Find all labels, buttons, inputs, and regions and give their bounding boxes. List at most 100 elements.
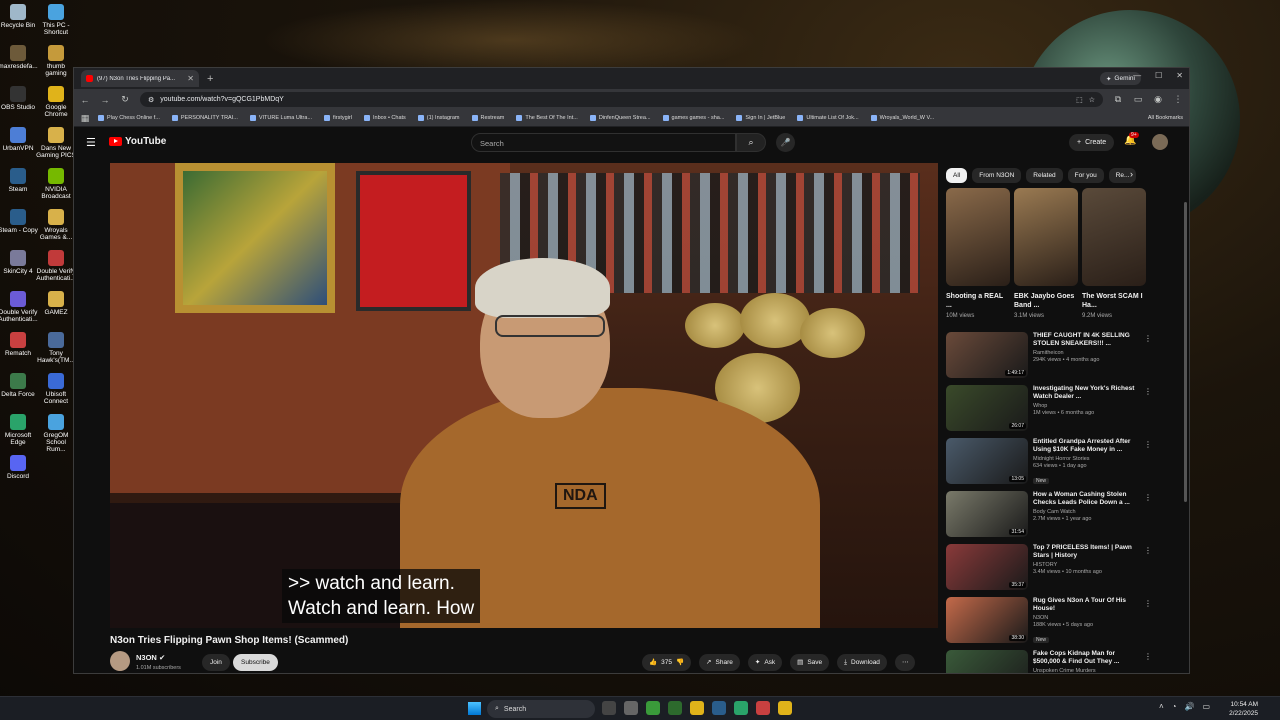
desktop-icon[interactable]: Wroyals Games &... bbox=[36, 209, 76, 241]
desktop-icon[interactable]: Google Chrome bbox=[36, 86, 76, 118]
back-icon[interactable]: ← bbox=[80, 95, 90, 105]
more-options-icon[interactable]: ⋮ bbox=[1144, 334, 1152, 343]
maximize-icon[interactable]: ☐ bbox=[1155, 71, 1162, 80]
close-window-icon[interactable]: ✕ bbox=[1176, 71, 1183, 80]
desktop-icon[interactable]: thumb gaming bbox=[36, 45, 76, 77]
install-icon[interactable]: ⬚ bbox=[1076, 96, 1083, 104]
share-button[interactable]: ↗ Share bbox=[699, 654, 740, 671]
steam-icon[interactable] bbox=[712, 701, 726, 715]
more-options-icon[interactable]: ⋮ bbox=[1144, 387, 1152, 396]
play-icon[interactable] bbox=[646, 701, 660, 715]
chrome-icon[interactable] bbox=[756, 701, 770, 715]
desktop-icon[interactable]: Delta Force bbox=[0, 373, 38, 398]
short-thumbnail[interactable] bbox=[1014, 188, 1078, 286]
notifications-bell-icon[interactable]: 🔔 9+ bbox=[1124, 132, 1139, 146]
bookmark-item[interactable]: Inbox • Chats bbox=[360, 115, 410, 121]
ask-button[interactable]: ✦ Ask bbox=[747, 654, 783, 671]
more-options-icon[interactable]: ⋮ bbox=[1144, 652, 1152, 661]
forward-icon[interactable]: → bbox=[100, 95, 110, 105]
join-button[interactable]: Join bbox=[202, 654, 230, 671]
bookmark-item[interactable]: firstygirl bbox=[320, 115, 356, 121]
video-list-item[interactable]: 31:54 How a Woman Cashing Stolen Checks L… bbox=[946, 491, 1156, 544]
cast-icon[interactable]: ▭ bbox=[1133, 94, 1143, 105]
bookmark-star-icon[interactable]: ☆ bbox=[1089, 96, 1095, 104]
browser-tab[interactable]: (97) N3on Tries Flipping Pa... ✕ bbox=[81, 70, 199, 87]
bookmark-item[interactable]: Wroyals_World_W V... bbox=[867, 115, 939, 121]
thumbs-down-icon[interactable]: 👎 bbox=[676, 654, 684, 671]
desktop-icon[interactable]: GregOM School Rum... bbox=[36, 414, 76, 453]
desktop-icon[interactable]: Steam bbox=[0, 168, 38, 193]
video-thumbnail[interactable]: 26:07 bbox=[946, 385, 1028, 431]
video-list-item[interactable]: 26:07 Investigating New York's Richest Wa… bbox=[946, 385, 1156, 438]
desktop-icon[interactable]: OBS Studio bbox=[0, 86, 38, 111]
more-options-icon[interactable]: ⋮ bbox=[1144, 546, 1152, 555]
profile-icon[interactable]: ◉ bbox=[1153, 94, 1163, 105]
taskbar-search[interactable]: ⌕ Search bbox=[487, 700, 595, 718]
channel-name[interactable]: N3ON ✔ bbox=[136, 653, 165, 662]
desktop-icon[interactable]: This PC - Shortcut bbox=[36, 4, 76, 36]
desktop-icon[interactable]: Microsoft Edge bbox=[0, 414, 38, 446]
desktop-icon[interactable]: NVIDIA Broadcast bbox=[36, 168, 76, 200]
filter-chip[interactable]: All bbox=[946, 168, 968, 183]
video-thumbnail[interactable]: 13:05 bbox=[946, 438, 1028, 484]
bookmark-item[interactable]: PERSONALITY TRAI... bbox=[168, 115, 242, 121]
channel-avatar[interactable] bbox=[110, 651, 130, 671]
menu-icon[interactable]: ⋮ bbox=[1173, 94, 1183, 105]
bookmark-item[interactable]: Sign In | JetBlue bbox=[732, 115, 789, 121]
chevron-up-icon[interactable]: ˄ bbox=[1159, 702, 1164, 711]
create-button[interactable]: + Create bbox=[1069, 134, 1115, 151]
save-button[interactable]: ▤ Save bbox=[790, 654, 830, 671]
bookmark-item[interactable]: games games - sha... bbox=[659, 115, 729, 121]
settings-icon[interactable] bbox=[624, 701, 638, 715]
video-thumbnail[interactable]: 35:37 bbox=[946, 544, 1028, 590]
short-item[interactable]: The Worst SCAM I Ha... 9.2M views bbox=[1082, 188, 1146, 319]
desktop-icon[interactable]: Rematch bbox=[0, 332, 38, 357]
video-list-item[interactable]: 38:30 Rug Gives N3on A Tour Of His House!… bbox=[946, 597, 1156, 650]
account-avatar[interactable] bbox=[1152, 134, 1168, 150]
more-actions-button[interactable]: ⋯ bbox=[894, 654, 916, 671]
video-thumbnail[interactable] bbox=[946, 650, 1028, 673]
desktop-icon[interactable]: Discord bbox=[0, 455, 38, 480]
subscribe-button[interactable]: Subscribe bbox=[233, 654, 278, 671]
desktop-icon[interactable]: Double Verify Authenticati... bbox=[0, 291, 38, 323]
battery-icon[interactable]: ▭ bbox=[1202, 702, 1210, 711]
menu-hamburger-icon[interactable]: ☰ bbox=[86, 136, 96, 149]
wifi-icon[interactable]: ◔ bbox=[1172, 702, 1177, 711]
more-options-icon[interactable]: ⋮ bbox=[1144, 440, 1152, 449]
short-thumbnail[interactable] bbox=[946, 188, 1010, 286]
desktop-icon[interactable]: SkinCity 4 bbox=[0, 250, 38, 275]
filter-chip[interactable]: Related bbox=[1026, 168, 1063, 183]
file-explorer-icon[interactable] bbox=[690, 701, 704, 715]
video-list-item[interactable]: Fake Cops Kidnap Man for $500,000 & Find… bbox=[946, 650, 1156, 673]
all-bookmarks[interactable]: All Bookmarks bbox=[1145, 115, 1183, 121]
site-info-icon[interactable]: ⚙ bbox=[148, 96, 154, 104]
short-item[interactable]: Shooting a REAL ... 10M views bbox=[946, 188, 1010, 319]
windows-start-icon[interactable] bbox=[468, 702, 481, 715]
volume-icon[interactable]: 🔊 bbox=[1184, 702, 1194, 711]
extensions-icon[interactable]: ⧉ bbox=[1113, 94, 1123, 105]
more-options-icon[interactable]: ⋮ bbox=[1144, 599, 1152, 608]
video-thumbnail[interactable]: 31:54 bbox=[946, 491, 1028, 537]
desktop-icon[interactable]: maxresdefa... bbox=[0, 45, 38, 70]
bookmark-item[interactable]: The Best Of The Int... bbox=[512, 115, 581, 121]
chrome-icon[interactable] bbox=[778, 701, 792, 715]
mic-icon[interactable]: 🎤 bbox=[776, 133, 795, 152]
page-scrollbar[interactable] bbox=[1184, 202, 1187, 502]
desktop-icon[interactable]: Tony Hawk's(TM... bbox=[36, 332, 76, 364]
desktop-icon[interactable]: Steam - Copy bbox=[0, 209, 38, 234]
video-list-item[interactable]: 13:05 Entitled Grandpa Arrested After Usi… bbox=[946, 438, 1156, 491]
desktop-icon[interactable]: Dans New Gaming PICS bbox=[36, 127, 76, 159]
video-thumbnail[interactable]: 38:30 bbox=[946, 597, 1028, 643]
chevron-right-icon[interactable]: › bbox=[1130, 169, 1133, 179]
reload-icon[interactable]: ↻ bbox=[120, 94, 130, 105]
youtube-logo[interactable]: YouTube bbox=[109, 136, 166, 147]
close-tab-icon[interactable]: ✕ bbox=[187, 74, 194, 83]
bookmark-item[interactable]: Play Chess Online f... bbox=[94, 115, 164, 121]
search-icon[interactable]: ⌕ bbox=[736, 133, 766, 152]
search-input[interactable]: Search bbox=[471, 133, 736, 152]
desktop-icon[interactable]: GAMEZ bbox=[36, 291, 76, 316]
minimize-icon[interactable]: — bbox=[1133, 71, 1141, 80]
edge-icon[interactable] bbox=[734, 701, 748, 715]
video-player[interactable]: NDA >> watch and learn. Watch and learn.… bbox=[110, 163, 938, 628]
bookmark-item[interactable]: Ultimate List Of Jok... bbox=[793, 115, 862, 121]
